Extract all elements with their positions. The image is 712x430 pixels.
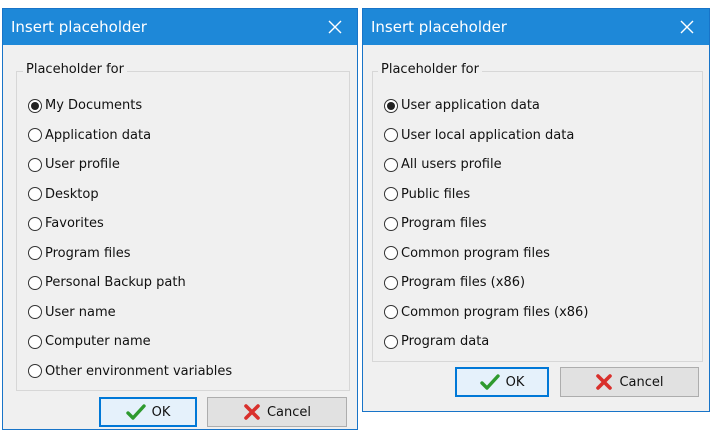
radio-circle bbox=[384, 98, 398, 113]
radio-program-files[interactable]: Program files bbox=[384, 209, 588, 239]
radio-common-program-files[interactable]: Common program files bbox=[384, 239, 588, 269]
checkmark-icon bbox=[479, 373, 500, 391]
radio-circle bbox=[28, 98, 42, 113]
radio-desktop[interactable]: Desktop bbox=[28, 180, 232, 210]
group-label: Placeholder for bbox=[378, 61, 482, 79]
cancel-button[interactable]: Cancel bbox=[207, 397, 347, 427]
group-label: Placeholder for bbox=[23, 61, 127, 79]
close-icon bbox=[680, 20, 694, 34]
radio-user-application-data[interactable]: User application data bbox=[384, 91, 588, 121]
radio-list: User application data User local applica… bbox=[384, 91, 588, 357]
insert-placeholder-dialog-left: Insert placeholder My Documents Applicat… bbox=[2, 8, 358, 430]
radio-circle bbox=[384, 157, 398, 172]
placeholder-groupbox: User application data User local applica… bbox=[372, 71, 703, 362]
radio-label: Common program files (x86) bbox=[401, 304, 589, 320]
radio-favorites[interactable]: Favorites bbox=[28, 209, 232, 239]
radio-program-files-x86[interactable]: Program files (x86) bbox=[384, 268, 588, 298]
radio-label: User application data bbox=[401, 98, 540, 114]
radio-user-name[interactable]: User name bbox=[28, 298, 232, 328]
radio-circle bbox=[384, 128, 398, 143]
radio-circle bbox=[28, 334, 42, 349]
radio-public-files[interactable]: Public files bbox=[384, 180, 588, 210]
cancel-button[interactable]: Cancel bbox=[560, 367, 699, 397]
radio-common-program-files-x86[interactable]: Common program files (x86) bbox=[384, 298, 588, 328]
radio-label: Public files bbox=[401, 186, 471, 202]
radio-list: My Documents Application data User profi… bbox=[28, 91, 232, 386]
radio-program-data[interactable]: Program data bbox=[384, 327, 588, 357]
radio-label: User profile bbox=[45, 157, 120, 173]
radio-circle bbox=[384, 216, 398, 231]
radio-circle bbox=[28, 157, 42, 172]
radio-circle bbox=[384, 246, 398, 261]
title-bar: Insert placeholder bbox=[3, 9, 357, 45]
radio-label: Program files (x86) bbox=[401, 275, 526, 291]
radio-label: Common program files bbox=[401, 245, 550, 261]
radio-program-files[interactable]: Program files bbox=[28, 239, 232, 269]
radio-other-environment-variables[interactable]: Other environment variables bbox=[28, 357, 232, 387]
radio-label: Other environment variables bbox=[45, 363, 233, 379]
radio-label: Computer name bbox=[45, 334, 151, 350]
insert-placeholder-dialog-right: Insert placeholder User application data… bbox=[362, 8, 710, 412]
radio-label: Program data bbox=[401, 334, 490, 350]
radio-circle bbox=[28, 128, 42, 143]
close-icon bbox=[328, 20, 342, 34]
checkmark-icon bbox=[125, 403, 146, 421]
close-button[interactable] bbox=[313, 9, 357, 45]
radio-circle bbox=[28, 364, 42, 379]
radio-user-local-application-data[interactable]: User local application data bbox=[384, 121, 588, 151]
placeholder-groupbox: My Documents Application data User profi… bbox=[16, 71, 350, 391]
radio-label: Program files bbox=[45, 245, 131, 261]
red-x-icon bbox=[243, 403, 261, 421]
radio-circle bbox=[28, 275, 42, 290]
radio-circle bbox=[28, 246, 42, 261]
radio-personal-backup-path[interactable]: Personal Backup path bbox=[28, 268, 232, 298]
ok-label: OK bbox=[505, 374, 525, 390]
red-x-icon bbox=[595, 373, 613, 391]
dialog-title: Insert placeholder bbox=[11, 18, 147, 36]
cancel-label: Cancel bbox=[266, 404, 312, 420]
radio-label: Program files bbox=[401, 216, 487, 232]
cancel-label: Cancel bbox=[619, 374, 664, 390]
radio-user-profile[interactable]: User profile bbox=[28, 150, 232, 180]
ok-label: OK bbox=[151, 404, 171, 420]
dialog-title: Insert placeholder bbox=[371, 18, 507, 36]
radio-circle bbox=[28, 187, 42, 202]
radio-circle bbox=[384, 187, 398, 202]
radio-label: Application data bbox=[45, 127, 152, 143]
title-bar: Insert placeholder bbox=[363, 9, 709, 45]
radio-computer-name[interactable]: Computer name bbox=[28, 327, 232, 357]
radio-label: Personal Backup path bbox=[45, 275, 186, 291]
radio-label: User local application data bbox=[401, 127, 575, 143]
radio-label: Desktop bbox=[45, 186, 99, 202]
radio-circle bbox=[28, 305, 42, 320]
radio-circle bbox=[384, 305, 398, 320]
ok-button[interactable]: OK bbox=[455, 367, 549, 397]
radio-label: All users profile bbox=[401, 157, 502, 173]
radio-label: My Documents bbox=[45, 98, 143, 114]
radio-label: Favorites bbox=[45, 216, 104, 232]
radio-circle bbox=[384, 334, 398, 349]
radio-application-data[interactable]: Application data bbox=[28, 121, 232, 151]
radio-label: User name bbox=[45, 304, 116, 320]
radio-circle bbox=[28, 216, 42, 231]
radio-circle bbox=[384, 275, 398, 290]
radio-all-users-profile[interactable]: All users profile bbox=[384, 150, 588, 180]
radio-my-documents[interactable]: My Documents bbox=[28, 91, 232, 121]
ok-button[interactable]: OK bbox=[99, 397, 197, 427]
close-button[interactable] bbox=[665, 9, 709, 45]
